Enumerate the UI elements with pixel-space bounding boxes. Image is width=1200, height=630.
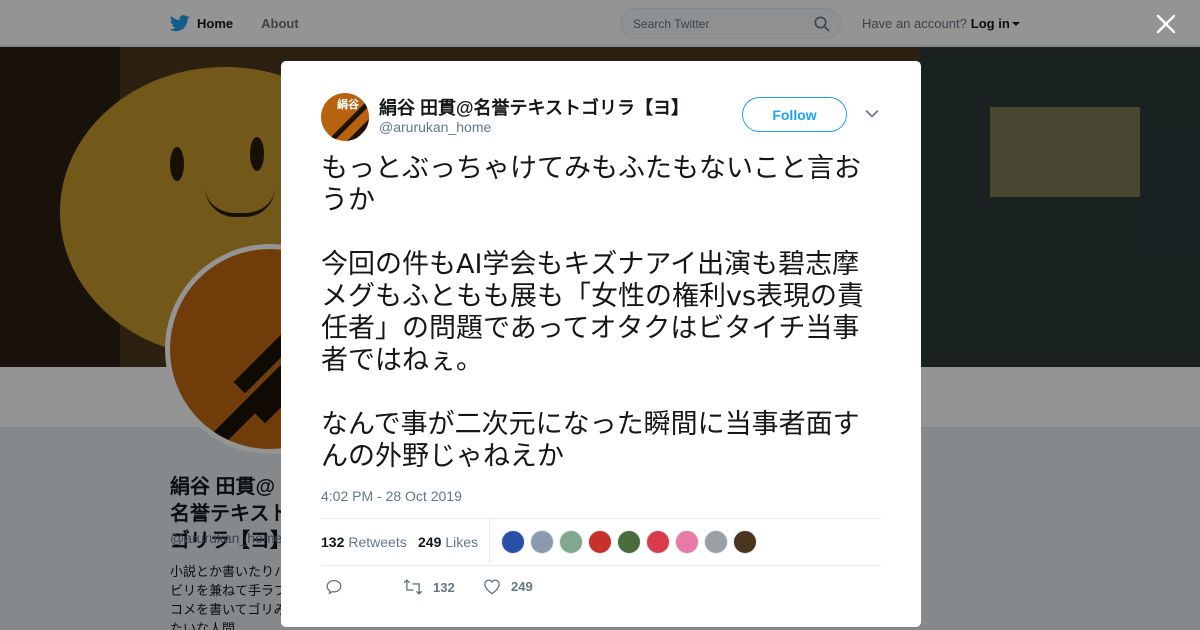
author-avatar[interactable]: 絹谷 — [321, 93, 369, 141]
retweets-label: Retweets — [348, 534, 407, 550]
likes-count: 249 — [418, 534, 442, 550]
close-icon[interactable] — [1154, 12, 1178, 36]
tweet-stats: 132 Retweets 249 Likes — [321, 518, 881, 566]
likes-stat[interactable]: 249 Likes — [418, 534, 478, 550]
retweets-stat[interactable]: 132 Retweets — [321, 534, 407, 550]
retweets-count: 132 — [321, 534, 345, 550]
retweet-action-count: 132 — [433, 579, 455, 595]
liker-avatar[interactable] — [530, 530, 554, 554]
author-name[interactable]: 絹谷 田貫@名誉テキストゴリラ【ヨ】 — [379, 94, 689, 120]
liker-avatar[interactable] — [704, 530, 728, 554]
author-handle[interactable]: @arurukan_home — [379, 119, 491, 135]
liker-avatar[interactable] — [588, 530, 612, 554]
liker-avatar[interactable] — [559, 530, 583, 554]
liker-avatars — [501, 530, 762, 554]
like-action-count: 249 — [511, 579, 533, 594]
tweet-paragraph: もっとぶっちゃけてみもふたもないこと言おうか — [321, 153, 861, 216]
liker-avatar[interactable] — [617, 530, 641, 554]
tweet-paragraph: 今回の件もAI学会もキズナアイ出演も碧志摩メグもふともも展も「女性の権利vs表現… — [321, 249, 865, 376]
stats-divider — [489, 519, 490, 566]
liker-avatar[interactable] — [733, 530, 757, 554]
reply-button[interactable] — [325, 578, 353, 596]
tweet-paragraph: なんで事が二次元になった瞬間に当事者面すんの外野じゃねえか — [321, 409, 860, 472]
avatar-text: 絹谷 — [337, 99, 359, 111]
liker-avatar[interactable] — [675, 530, 699, 554]
likes-label: Likes — [445, 534, 479, 550]
like-button[interactable]: 249 — [483, 578, 533, 595]
liker-avatar[interactable] — [646, 530, 670, 554]
retweet-icon — [403, 579, 423, 595]
reply-icon — [326, 579, 342, 595]
retweet-button[interactable]: 132 — [403, 578, 455, 596]
heart-icon — [484, 579, 500, 595]
tweet-timestamp[interactable]: 4:02 PM - 28 Oct 2019 — [321, 488, 462, 504]
chevron-down-icon[interactable] — [865, 109, 879, 119]
tweet-modal: 絹谷 絹谷 田貫@名誉テキストゴリラ【ヨ】 @arurukan_home Fol… — [281, 61, 921, 627]
follow-button[interactable]: Follow — [742, 97, 847, 132]
tweet-actions: 132 249 — [321, 578, 881, 602]
tweet-text: もっとぶっちゃけてみもふたもないこと言おうか 今回の件もAI学会もキズナアイ出演… — [321, 153, 886, 505]
liker-avatar[interactable] — [501, 530, 525, 554]
